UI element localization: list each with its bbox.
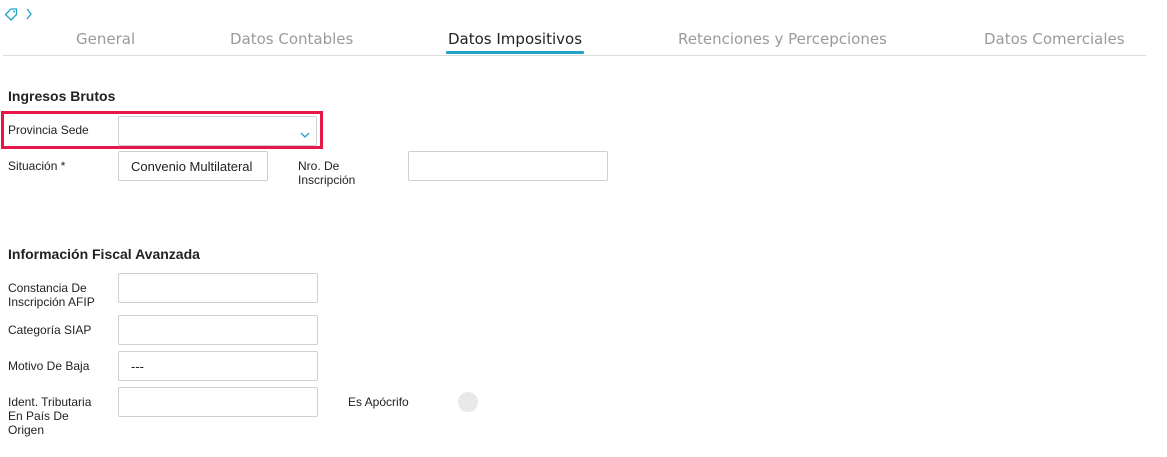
situacion-label: Situación * bbox=[8, 159, 66, 173]
page: General Datos Contables Datos Impositivo… bbox=[0, 0, 1167, 457]
constancia-label: Constancia De Inscripción AFIP bbox=[8, 281, 95, 309]
ident-tributaria-label-line2: En País De bbox=[8, 409, 69, 423]
ident-tributaria-label: Ident. Tributaria En País De Origen bbox=[8, 395, 91, 437]
constancia-label-line2: Inscripción AFIP bbox=[8, 295, 95, 309]
motivo-baja-label: Motivo De Baja bbox=[8, 359, 90, 373]
active-tab-indicator bbox=[446, 51, 584, 54]
constancia-label-line1: Constancia De bbox=[8, 281, 87, 295]
section-title-ingresos-brutos: Ingresos Brutos bbox=[8, 88, 116, 104]
tab-datos-comerciales[interactable]: Datos Comerciales bbox=[984, 30, 1125, 48]
situacion-field[interactable]: Convenio Multilateral bbox=[118, 151, 268, 181]
constancia-input[interactable] bbox=[118, 273, 318, 303]
nro-inscripcion-label: Nro. De Inscripción bbox=[298, 159, 355, 187]
ident-tributaria-label-line3: Origen bbox=[8, 423, 45, 437]
nro-inscripcion-input[interactable] bbox=[408, 151, 608, 181]
es-apocrifo-toggle[interactable] bbox=[458, 392, 478, 412]
nro-inscripcion-label-line2: Inscripción bbox=[298, 173, 356, 187]
categoria-siap-label: Categoría SIAP bbox=[8, 323, 92, 337]
nro-inscripcion-label-line1: Nro. De bbox=[298, 159, 340, 173]
ident-tributaria-input[interactable] bbox=[118, 387, 318, 417]
provincia-sede-label: Provincia Sede bbox=[8, 123, 89, 137]
tab-retenciones-percepciones[interactable]: Retenciones y Percepciones bbox=[678, 30, 887, 48]
motivo-baja-field[interactable]: --- bbox=[118, 351, 318, 381]
section-title-informacion-fiscal: Información Fiscal Avanzada bbox=[8, 246, 200, 262]
tab-bar: General Datos Contables Datos Impositivo… bbox=[3, 26, 1146, 56]
ident-tributaria-label-line1: Ident. Tributaria bbox=[8, 395, 92, 409]
tab-datos-contables[interactable]: Datos Contables bbox=[230, 30, 353, 48]
provincia-sede-select[interactable] bbox=[118, 116, 317, 146]
tab-datos-impositivos[interactable]: Datos Impositivos bbox=[448, 30, 582, 48]
tag-icon[interactable] bbox=[4, 7, 18, 21]
categoria-siap-input[interactable] bbox=[118, 315, 318, 345]
chevron-down-icon bbox=[300, 127, 310, 138]
tab-general[interactable]: General bbox=[76, 30, 135, 48]
es-apocrifo-label: Es Apócrifo bbox=[348, 395, 409, 409]
chevron-right-icon[interactable] bbox=[24, 7, 34, 21]
breadcrumb bbox=[4, 5, 34, 23]
